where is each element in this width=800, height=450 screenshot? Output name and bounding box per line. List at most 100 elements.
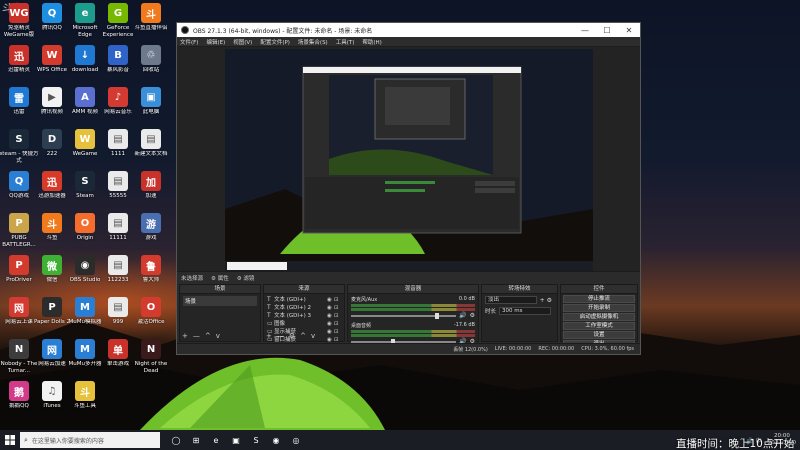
desktop-icon[interactable]: P PUBG BATTLEGR... xyxy=(2,211,36,253)
scene-item[interactable]: 场景 xyxy=(183,296,257,306)
eye-icon[interactable]: ◉ xyxy=(327,296,334,304)
eye-icon[interactable]: ◉ xyxy=(327,304,334,312)
add-scene-button[interactable]: + xyxy=(182,332,188,340)
remove-scene-button[interactable]: — xyxy=(193,332,200,340)
volume-slider[interactable] xyxy=(351,312,457,319)
speaker-icon[interactable]: 🔊 xyxy=(459,312,466,319)
desktop-icon[interactable]: B 暴风影音 xyxy=(101,43,135,85)
desktop-icon[interactable]: W WeGame xyxy=(68,127,102,169)
task-view-icon[interactable]: ⊞ xyxy=(186,430,206,450)
desktop-icon[interactable]: ♫ iTunes xyxy=(35,379,69,421)
desktop-icon[interactable]: ▤ 999 xyxy=(101,295,135,337)
source-item[interactable]: T 文本 (GDI+) 2 ◉ ⊡ xyxy=(267,304,341,312)
duration-input[interactable]: 300 ms xyxy=(499,307,551,315)
lock-icon[interactable]: ⊡ xyxy=(334,312,341,320)
eye-icon[interactable]: ◉ xyxy=(327,312,334,320)
properties-button[interactable]: ⚙ 属性 xyxy=(211,274,229,282)
desktop-icon[interactable]: 鲁鲁大师 xyxy=(134,253,168,295)
start-button[interactable] xyxy=(0,430,20,450)
close-button[interactable]: ✕ xyxy=(618,26,640,35)
desktop-icon[interactable]: ▶ 腾讯视频 xyxy=(35,85,69,127)
move-source-down-button[interactable]: v xyxy=(311,332,315,340)
desktop-icon[interactable]: 雷迅雷 xyxy=(2,85,36,127)
file-explorer-icon[interactable]: ▣ xyxy=(226,430,246,450)
desktop-icon[interactable]: ▤ 1111 xyxy=(101,127,135,169)
desktop-icon[interactable]: O 激活Office xyxy=(134,295,168,337)
move-scene-up-button[interactable]: ^ xyxy=(205,332,211,340)
desktop-icon[interactable]: P ProDriver xyxy=(2,253,36,295)
desktop-icon[interactable]: ▤ 11111 xyxy=(101,211,135,253)
desktop-icon[interactable]: 迅迅游加速器 xyxy=(35,169,69,211)
desktop-icon[interactable]: 单单击游戏 xyxy=(101,337,135,379)
obs-window[interactable]: OBS 27.1.3 (64-bit, windows) - 配置文件: 未命名… xyxy=(176,22,641,355)
transition-settings-icon[interactable]: ⚙ xyxy=(547,297,552,304)
desktop-icon[interactable]: D 222 xyxy=(35,127,69,169)
add-transition-button[interactable]: + xyxy=(540,297,545,304)
source-item[interactable]: T 文本 (GDI+) ◉ ⊡ xyxy=(267,296,341,304)
preview-canvas[interactable] xyxy=(225,49,593,271)
settings-button[interactable]: 设置 xyxy=(563,331,635,339)
desktop-icon[interactable]: Q 腾讯QQ xyxy=(35,1,69,43)
desktop-icon[interactable]: M MuMu多开器 xyxy=(68,337,102,379)
obs-preview-panel[interactable] xyxy=(177,47,640,271)
transition-type-select[interactable]: 淡出 xyxy=(485,296,537,304)
desktop-icon[interactable]: ▣ 此电脑 xyxy=(134,85,168,127)
desktop-icon[interactable]: 加加速 xyxy=(134,169,168,211)
desktop-icon[interactable]: 斗斗鱼工具 xyxy=(68,379,102,421)
desktop-icon[interactable]: 迅迅雷精灵 xyxy=(2,43,36,85)
desktop-icon[interactable]: N Nobody - The Turnar... xyxy=(1,337,37,379)
desktop-icon[interactable]: WG 免驱精灵 WeGame版 xyxy=(2,1,36,43)
desktop-icon[interactable]: A AMM 视频 xyxy=(68,85,102,127)
gear-icon[interactable]: ⚙ xyxy=(470,312,475,319)
desktop-icon[interactable]: ▤ 新建文本文档 xyxy=(134,127,168,169)
desktop-icon[interactable]: G GeForce Experience xyxy=(101,1,135,43)
desktop-icon[interactable]: ♲ 回收站 xyxy=(134,43,168,85)
desktop-icon[interactable]: ▤ 55555 xyxy=(101,169,135,211)
lock-icon[interactable]: ⊡ xyxy=(334,328,341,336)
desktop-icon[interactable]: S Steam xyxy=(68,169,102,211)
desktop-icon[interactable]: O Origin xyxy=(68,211,102,253)
volume-slider-knob[interactable] xyxy=(435,312,440,319)
desktop-icon[interactable]: 网网易云上课 xyxy=(2,295,36,337)
source-item[interactable]: ▭ 图像 ◉ ⊡ xyxy=(267,320,341,328)
desktop-icon[interactable]: W WPS Office xyxy=(35,43,69,85)
desktop-icon[interactable]: 网网易云加速 xyxy=(35,337,69,379)
desktop-icon[interactable]: M MuMu模拟器 xyxy=(68,295,102,337)
menu-profile[interactable]: 配置文件(P) xyxy=(260,38,290,46)
lock-icon[interactable]: ⊡ xyxy=(334,320,341,328)
desktop-icon[interactable]: ▤ 112233 xyxy=(101,253,135,295)
desktop-icon[interactable]: 鹅鹅鹅QQ xyxy=(2,379,36,421)
menu-view[interactable]: 视图(V) xyxy=(233,38,252,46)
edge-icon[interactable]: e xyxy=(206,430,226,450)
move-source-up-button[interactable]: ^ xyxy=(300,332,306,340)
steam-icon[interactable]: S xyxy=(246,430,266,450)
obs-titlebar[interactable]: OBS 27.1.3 (64-bit, windows) - 配置文件: 未命名… xyxy=(177,23,640,37)
cortana-icon[interactable]: ◯ xyxy=(166,430,186,450)
maximize-button[interactable]: ☐ xyxy=(596,26,618,35)
menu-help[interactable]: 帮助(H) xyxy=(362,38,381,46)
lock-icon[interactable]: ⊡ xyxy=(334,296,341,304)
desktop-icon[interactable]: ◉ OBS Studio xyxy=(68,253,102,295)
eye-icon[interactable]: ◉ xyxy=(327,320,334,328)
minimize-button[interactable]: — xyxy=(574,26,596,35)
studio-mode-button[interactable]: 工作室模式 xyxy=(563,322,635,330)
source-item[interactable]: T 文本 (GDI+) 3 ◉ ⊡ xyxy=(267,312,341,320)
filters-button[interactable]: ⚙ 滤镜 xyxy=(237,274,255,282)
start-virtual-camera-button[interactable]: 启动虚拟摄像机 xyxy=(563,313,635,321)
desktop-icon[interactable]: ♪ 网易云音乐 xyxy=(101,85,135,127)
desktop-icon[interactable]: Ssteam - 快捷方式 xyxy=(0,127,39,169)
desktop-icon[interactable]: 微微信 xyxy=(35,253,69,295)
eye-icon[interactable]: ◉ xyxy=(327,328,334,336)
desktop-icon[interactable]: 斗斗鱼直播伴侣 xyxy=(134,1,168,43)
obs-icon[interactable]: ◉ xyxy=(266,430,286,450)
desktop-icon[interactable]: e Microsoft Edge xyxy=(68,1,102,43)
menu-edit[interactable]: 编辑(E) xyxy=(206,38,225,46)
add-source-button[interactable]: + xyxy=(266,332,272,340)
menu-scene-collection[interactable]: 场景集合(S) xyxy=(298,38,328,46)
menu-tools[interactable]: 工具(T) xyxy=(336,38,355,46)
browser-icon[interactable]: ◎ xyxy=(286,430,306,450)
lock-icon[interactable]: ⊡ xyxy=(334,304,341,312)
start-recording-button[interactable]: 开始录制 xyxy=(563,304,635,312)
desktop-icon[interactable]: ↓ download xyxy=(68,43,102,85)
taskbar-search-box[interactable]: ⌕ 在这里输入你要搜索的内容 xyxy=(20,432,160,448)
